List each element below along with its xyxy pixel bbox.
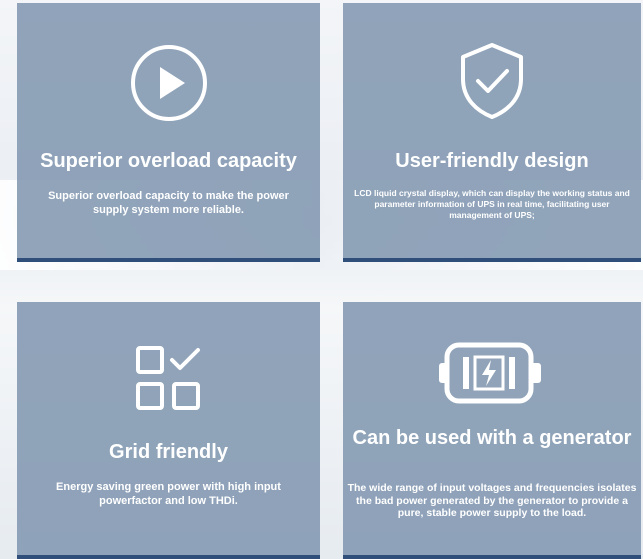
play-icon xyxy=(129,43,209,123)
feature-card-grid-friendly: Grid friendly Energy saving green power … xyxy=(17,302,320,559)
battery-charging-icon xyxy=(437,339,547,409)
shield-check-icon xyxy=(457,41,527,121)
feature-description: Superior overload capacity to make the p… xyxy=(48,190,289,216)
feature-card-overload: Superior overload capacity Superior over… xyxy=(17,3,320,262)
feature-title: User-friendly design xyxy=(395,150,589,172)
feature-description: Energy saving green power with high inpu… xyxy=(56,481,281,507)
feature-title: Superior overload capacity xyxy=(40,150,297,172)
feature-title: Can be used with a generator xyxy=(352,427,632,449)
grid-check-icon xyxy=(134,344,204,414)
feature-title: Grid friendly xyxy=(109,441,228,463)
feature-description: LCD liquid crystal display, which can di… xyxy=(354,188,630,220)
feature-description: The wide range of input voltages and fre… xyxy=(347,482,637,519)
feature-card-generator: Can be used with a generator The wide ra… xyxy=(343,302,641,559)
feature-card-user-friendly: User-friendly design LCD liquid crystal … xyxy=(343,3,641,262)
